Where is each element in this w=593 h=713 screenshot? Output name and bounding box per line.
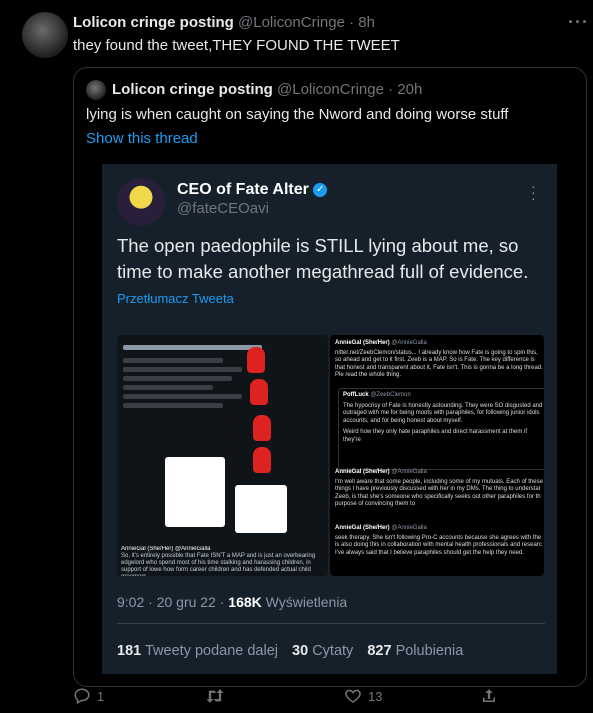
quoted-avatar (86, 80, 106, 100)
verified-icon: ✓ (313, 182, 328, 197)
embedded-card (235, 485, 287, 533)
post1-name: AnnieGal (She/Her) (335, 340, 390, 346)
avatar[interactable] (22, 12, 68, 58)
tweet-header: Lolicon cringe posting @LoliconCringe · … (73, 14, 375, 31)
post2-text: I'm well aware that some people, includi… (335, 478, 543, 508)
character-image (253, 447, 271, 473)
quotes-label: Cytaty (312, 643, 354, 659)
embedded-header: CEO of Fate Alter ✓ (177, 181, 328, 199)
quoted-text: lying is when caught on saying the Nword… (86, 106, 509, 123)
post3-text: seek therapy. She isn't following Pro-C … (335, 534, 542, 556)
quoted-post-text: The hypocrisy of Fate is honestly astoun… (343, 402, 543, 424)
retweets-count: 181 (117, 643, 142, 659)
quoted-display-name: Lolicon cringe posting (112, 81, 273, 98)
quoted-post-text-2: Weird how they only hate paraphiles and … (343, 429, 527, 443)
handle[interactable]: @LoliconCringe (238, 14, 345, 31)
reply-icon (74, 688, 90, 705)
show-thread-link[interactable]: Show this thread (86, 130, 198, 147)
image-left-lines (123, 341, 322, 412)
embedded-card (165, 457, 225, 527)
share-icon (483, 689, 495, 702)
embedded-handle: @fateCEOavi (177, 200, 269, 217)
like-count: 13 (368, 688, 383, 704)
right-post-1: AnnieGal (She/Her) @AnnieGalla nitter.ne… (335, 340, 543, 380)
tweet-text: they found the tweet,THEY FOUND THE TWEE… (73, 37, 400, 54)
views-label: Wyświetlenia (265, 594, 348, 610)
more-icon[interactable]: ··· (568, 12, 589, 33)
image-left-caption-name: AnnieGal (She/Her) @AnnieGalla (121, 546, 211, 552)
embedded-meta: 9:02 · 20 gru 22 · 168K Wyświetlenia (117, 594, 347, 610)
embedded-display-name: CEO of Fate Alter (177, 181, 309, 198)
post3-handle: @AnnieGalla (391, 525, 427, 531)
right-quoted-post: PoffLuck @ZeebClemon The hypocrisy of Fa… (338, 388, 544, 470)
quoted-timestamp: · 20h (388, 81, 423, 98)
display-name[interactable]: Lolicon cringe posting (73, 14, 234, 31)
image-left-caption-text: So, it's entirely possible that Fate ISN… (121, 553, 316, 576)
post2-name: AnnieGal (She/Her) (335, 469, 390, 475)
views-count: 168K (228, 594, 262, 610)
character-image (250, 379, 268, 405)
evidence-image-right: AnnieGal (She/Her) @AnnieGalla nitter.ne… (330, 335, 544, 576)
post2-handle: @AnnieGalla (391, 469, 427, 475)
retweet-icon (206, 689, 224, 703)
embedded-divider (117, 623, 545, 624)
like-button[interactable]: 13 (344, 687, 382, 705)
translate-link: Przetłumacz Tweeta (117, 291, 234, 306)
likes-label: Polubienia (395, 643, 464, 659)
character-image (253, 415, 271, 441)
quoted-post-name: PoffLuck (343, 392, 369, 398)
retweets-label: Tweety podane dalej (144, 643, 278, 659)
post1-text: nitter.net/ZeebClemon/status... I alread… (335, 349, 543, 379)
embedded-avatar (117, 178, 165, 226)
embedded-time: 9:02 · 20 gru 22 · (117, 594, 225, 610)
timestamp[interactable]: · 8h (349, 14, 375, 31)
quoted-handle: @LoliconCringe (277, 81, 384, 98)
reply-button[interactable]: 1 (73, 687, 104, 705)
post1-handle: @AnnieGalla (391, 340, 427, 346)
share-button[interactable] (480, 687, 498, 705)
embedded-more-icon: · · · (531, 178, 536, 206)
heart-icon (345, 689, 361, 703)
image-left-caption: AnnieGal (She/Her) @AnnieGalla So, it's … (121, 546, 326, 576)
post3-name: AnnieGal (She/Her) (335, 525, 390, 531)
right-post-3: AnnieGal (She/Her) @AnnieGalla seek ther… (335, 525, 543, 557)
right-post-2: AnnieGal (She/Her) @AnnieGalla I'm well … (335, 469, 543, 509)
reply-count: 1 (97, 688, 105, 704)
quotes-count: 30 (292, 643, 309, 659)
embedded-text: The open paedophile is STILL lying about… (117, 235, 529, 282)
evidence-image-left: AnnieGal (She/Her) @AnnieGalla So, it's … (117, 335, 328, 576)
likes-count: 827 (367, 643, 392, 659)
character-image (247, 347, 265, 373)
quoted-post-handle: @ZeebClemon (370, 392, 411, 398)
retweet-button[interactable] (205, 687, 231, 705)
embedded-stats: 181 Tweety podane dalej 30 Cytaty 827 Po… (117, 643, 463, 659)
quoted-header: Lolicon cringe posting @LoliconCringe · … (112, 81, 422, 98)
